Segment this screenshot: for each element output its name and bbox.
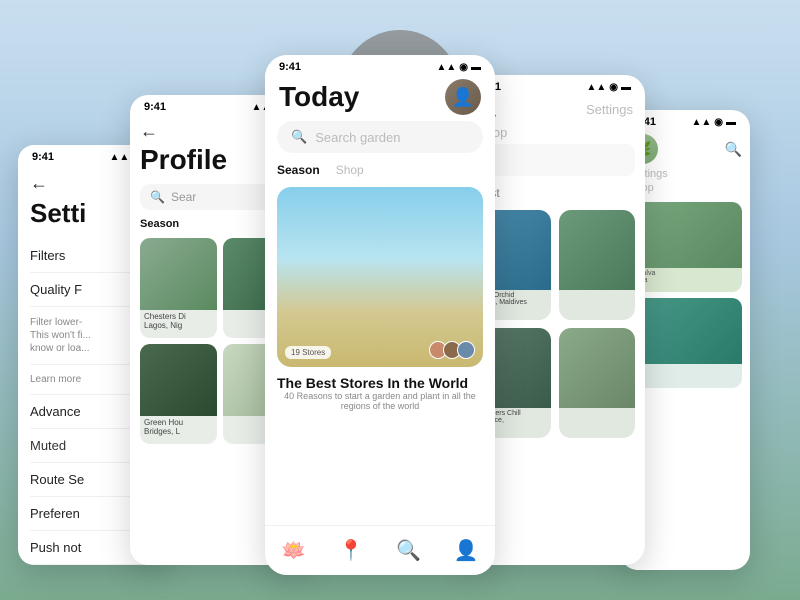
- shop-card-label-4: [559, 408, 635, 412]
- settings-label-4: Settings: [586, 102, 633, 117]
- search-placeholder-2: Sear: [171, 190, 196, 204]
- user-avatar[interactable]: 👤: [445, 79, 481, 115]
- wifi-icon-4: ◉: [609, 82, 618, 93]
- right-card-1[interactable]: s Calvadoria: [628, 202, 742, 292]
- right-card-image-2: [628, 298, 742, 364]
- plant-card-1[interactable]: Chesters DiLagos, Nig: [140, 238, 217, 338]
- plant-label-3: Green HouBridges, L: [140, 416, 217, 438]
- today-title: Today: [279, 81, 359, 113]
- right-card-label-2: [628, 364, 742, 368]
- right-card-label-1: s Calvadoria: [628, 268, 742, 286]
- today-header: Today 👤: [265, 75, 495, 121]
- card-subtitle: 40 Reasons to start a garden and plant i…: [277, 391, 483, 411]
- search-placeholder-main: Search garden: [315, 130, 400, 145]
- search-icon-5[interactable]: 🔍: [725, 141, 742, 158]
- time-1: 9:41: [32, 151, 54, 163]
- wifi-icon-3: ◉: [459, 62, 468, 73]
- right-card-image-1: [628, 202, 742, 268]
- mini-avatar-3: [457, 341, 475, 359]
- card-main-title: The Best Stores In the World: [277, 375, 483, 391]
- main-hero-card[interactable]: 19 Stores: [277, 187, 483, 367]
- bottom-navigation: 🪷 📍 🔍 👤: [265, 525, 495, 575]
- status-icons-5: ▲▲ ◉ ▬: [691, 117, 736, 128]
- shop-card-label-2: [559, 290, 635, 294]
- search-bar-main[interactable]: 🔍 Search garden: [277, 121, 483, 153]
- plant-image-3: [140, 344, 217, 416]
- signal-icon: ▲▲: [109, 152, 129, 163]
- search-icon-main: 🔍: [291, 129, 307, 145]
- right-card-2[interactable]: [628, 298, 742, 388]
- card-text-section: The Best Stores In the World 40 Reasons …: [265, 375, 495, 419]
- battery-icon-4: ▬: [621, 82, 631, 93]
- plant-label-1: Chesters DiLagos, Nig: [140, 310, 217, 332]
- time-3: 9:41: [279, 61, 301, 73]
- stores-badge: 19 Stores: [285, 346, 331, 359]
- status-icons-4: ▲▲ ◉ ▬: [586, 82, 631, 93]
- avatars-row: [433, 341, 475, 359]
- nav-profile[interactable]: 👤: [454, 538, 479, 563]
- wifi-icon-5: ◉: [714, 117, 723, 128]
- battery-icon-5: ▬: [726, 117, 736, 128]
- nav-home[interactable]: 🪷: [281, 538, 306, 563]
- plant-image-1: [140, 238, 217, 310]
- phone-today: 9:41 ▲▲ ◉ ▬ Today 👤 🔍 Search garden Seas…: [265, 55, 495, 575]
- time-2: 9:41: [144, 101, 166, 113]
- search-icon-2: 🔍: [150, 190, 165, 204]
- shop-card-image-2: [559, 210, 635, 290]
- signal-icon-5: ▲▲: [691, 117, 711, 128]
- tab-season[interactable]: Season: [140, 218, 179, 230]
- tab-season-main[interactable]: Season: [277, 163, 320, 177]
- shop-label-5: Shop: [628, 182, 742, 194]
- battery-icon-3: ▬: [471, 62, 481, 73]
- signal-icon-4: ▲▲: [586, 82, 606, 93]
- tab-shop-main[interactable]: Shop: [336, 163, 364, 177]
- shop-card-2[interactable]: [559, 210, 635, 320]
- settings-label-5: Settings: [628, 168, 742, 180]
- shop-card-image-4: [559, 328, 635, 408]
- plant-card-3[interactable]: Green HouBridges, L: [140, 344, 217, 444]
- nav-location[interactable]: 📍: [339, 538, 364, 563]
- signal-icon-3: ▲▲: [436, 62, 456, 73]
- status-bar-3: 9:41 ▲▲ ◉ ▬: [265, 55, 495, 75]
- shop-card-4[interactable]: [559, 328, 635, 438]
- status-icons-3: ▲▲ ◉ ▬: [436, 62, 481, 73]
- shop-search-bar[interactable]: [475, 144, 635, 176]
- main-nav-tabs: Season Shop: [265, 163, 495, 177]
- nav-search[interactable]: 🔍: [396, 538, 421, 563]
